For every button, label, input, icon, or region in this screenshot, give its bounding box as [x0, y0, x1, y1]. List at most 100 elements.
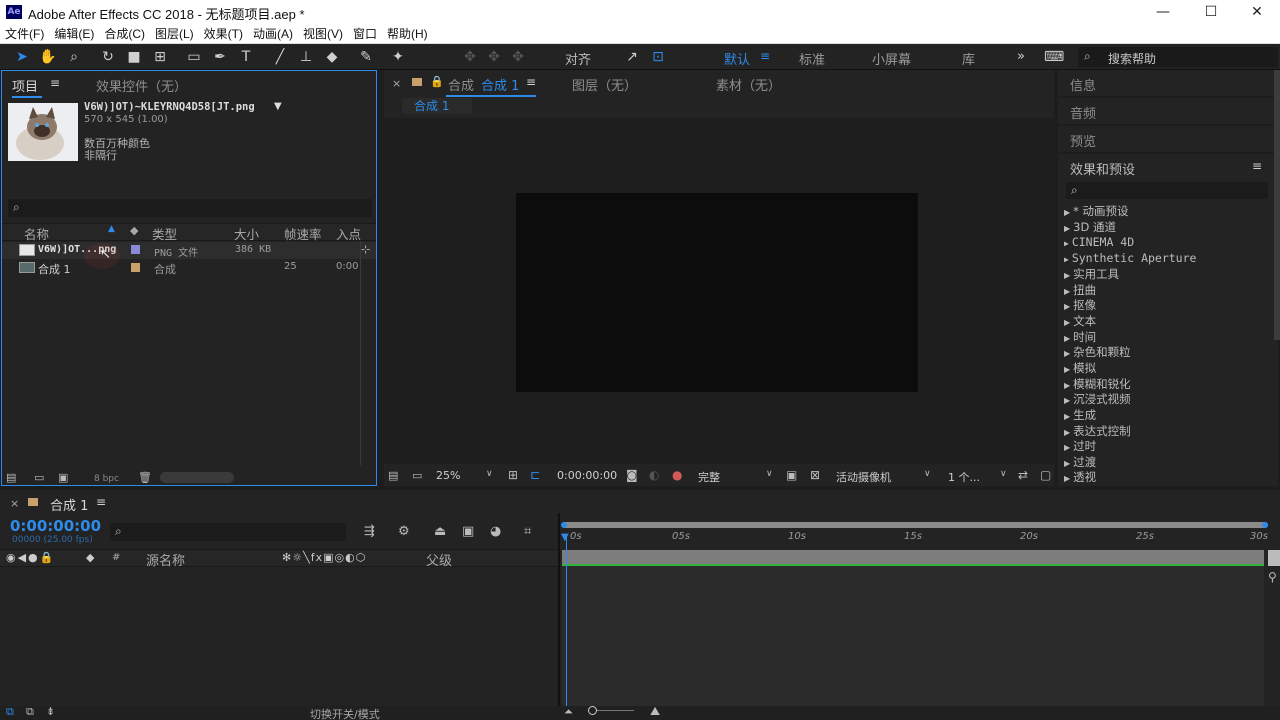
composition-menu-icon[interactable]: ≡: [526, 75, 536, 89]
effect-category[interactable]: ▶ 抠像: [1064, 297, 1096, 313]
timeline-zoom-slider[interactable]: [588, 706, 634, 716]
effects-menu-icon[interactable]: ≡: [1252, 159, 1262, 173]
close-tab-icon[interactable]: ×: [392, 77, 401, 90]
composition-canvas[interactable]: [516, 193, 918, 392]
effect-category[interactable]: ▶ 生成: [1064, 407, 1096, 423]
layer-number-column[interactable]: #: [112, 552, 120, 563]
timeline-search-input[interactable]: ⌕: [110, 523, 346, 541]
menu-edit[interactable]: 编辑(E): [49, 24, 99, 43]
pan-behind-tool-icon[interactable]: ⊞: [150, 47, 170, 67]
workspace-library[interactable]: 库: [962, 49, 975, 68]
tab-layer[interactable]: 图层（无）: [572, 75, 637, 94]
comp-mini-flowchart-icon[interactable]: ⇶: [364, 524, 375, 539]
eraser-tool-icon[interactable]: ◆: [322, 47, 342, 67]
roto-brush-tool-icon[interactable]: ✎: [356, 47, 376, 67]
draft-3d-icon[interactable]: ⚙: [398, 524, 410, 539]
zoom-out-icon[interactable]: ⏶: [564, 705, 573, 719]
trash-icon[interactable]: 🗑: [138, 471, 152, 484]
project-menu-icon[interactable]: ≡: [50, 76, 60, 90]
new-composition-icon[interactable]: ▣: [58, 471, 68, 484]
pen-tool-icon[interactable]: ✒: [210, 47, 230, 67]
close-tab-icon[interactable]: ×: [10, 497, 19, 510]
playhead-line[interactable]: [566, 534, 567, 708]
label-tag-icon[interactable]: ◆: [130, 224, 138, 237]
tab-timeline-composition[interactable]: 合成 1: [50, 495, 88, 514]
snap-target-icon[interactable]: ⊡: [648, 47, 668, 67]
effect-category[interactable]: ▶ 模糊和锐化: [1064, 376, 1131, 392]
resolution-select[interactable]: 完整: [698, 469, 720, 485]
chevron-down-icon[interactable]: ∨: [766, 469, 773, 479]
keyboard-icon[interactable]: ⌨: [1044, 47, 1064, 67]
effect-category[interactable]: ▶ 沉浸式视频: [1064, 391, 1131, 407]
interpret-footage-icon[interactable]: ▤: [6, 471, 16, 484]
table-row[interactable]: V6W)]OT...png PNG 文件 386 KB ⊹: [2, 242, 376, 259]
workspace-default[interactable]: 默认: [724, 49, 750, 68]
mask-visibility-icon[interactable]: ⊏: [530, 468, 540, 482]
puppet-tool-icon[interactable]: ✦: [388, 47, 408, 67]
horizontal-scrollbar[interactable]: [160, 472, 234, 483]
selection-tool-icon[interactable]: ➤: [12, 47, 32, 67]
parent-column[interactable]: 父级: [426, 550, 452, 569]
grid-icon[interactable]: ⊞: [508, 468, 518, 482]
reset-exposure-icon[interactable]: ⇄: [1018, 468, 1028, 482]
tab-composition-name[interactable]: 合成 1: [481, 75, 519, 94]
menu-composition[interactable]: 合成(C): [99, 24, 150, 43]
zoom-level[interactable]: 25%: [436, 469, 460, 482]
brush-tool-icon[interactable]: ╱: [270, 47, 290, 67]
zoom-slider-thumb[interactable]: [588, 706, 597, 715]
chevron-down-icon[interactable]: ∨: [1000, 469, 1007, 479]
effect-category[interactable]: ▶ Synthetic Aperture: [1064, 251, 1196, 267]
timeline-track-area[interactable]: [562, 566, 1264, 708]
row-label-color[interactable]: [131, 263, 140, 272]
timeline-splitter[interactable]: [558, 513, 560, 708]
transparency-grid-icon[interactable]: ⊠: [810, 468, 820, 482]
camera-select[interactable]: 活动摄像机: [836, 469, 891, 485]
type-tool-icon[interactable]: T: [236, 47, 256, 67]
maximize-button[interactable]: ☐: [1188, 0, 1234, 24]
menu-file[interactable]: 文件(F): [0, 24, 49, 43]
composition-breadcrumb[interactable]: 合成 1: [402, 98, 472, 114]
bit-depth-label[interactable]: 8 bpc: [94, 474, 119, 484]
new-folder-icon[interactable]: ▭: [34, 471, 44, 484]
right-panel-scrollbar[interactable]: [1274, 70, 1280, 340]
tab-composition-prefix[interactable]: 合成: [448, 75, 474, 94]
flowchart-icon[interactable]: ⊹: [361, 243, 370, 256]
snap-icon[interactable]: ↗: [622, 47, 642, 67]
world-axis-icon[interactable]: ✥: [484, 47, 504, 67]
timeline-end-marker[interactable]: [1268, 550, 1280, 566]
work-area-start-handle[interactable]: [561, 522, 567, 528]
local-axis-icon[interactable]: ✥: [460, 47, 480, 67]
menu-effect[interactable]: 效果(T): [199, 24, 248, 43]
column-in-point[interactable]: 入点: [336, 224, 361, 243]
view-axis-icon[interactable]: ✥: [508, 47, 528, 67]
preview-dropdown-icon[interactable]: ▼: [274, 101, 282, 112]
column-framerate[interactable]: 帧速率: [284, 224, 322, 243]
av-switches-icon[interactable]: ◉◀●🔒: [6, 551, 55, 564]
show-snapshot-icon[interactable]: ◐: [649, 468, 659, 482]
menu-help[interactable]: 帮助(H): [382, 24, 433, 43]
effect-category[interactable]: ▶ 3D 通道: [1064, 219, 1116, 235]
effect-category[interactable]: ▶ 模拟: [1064, 360, 1096, 376]
tab-project[interactable]: 项目: [12, 76, 38, 95]
clone-stamp-tool-icon[interactable]: ⊥: [296, 47, 316, 67]
snapshot-icon[interactable]: ◙: [626, 468, 638, 482]
region-of-interest-icon[interactable]: ▣: [786, 468, 797, 482]
effects-search-input[interactable]: ⌕: [1066, 182, 1268, 199]
workspace-small-screen[interactable]: 小屏幕: [872, 49, 911, 68]
project-search-input[interactable]: ⌕: [8, 199, 372, 217]
source-name-column[interactable]: 源名称: [146, 550, 185, 569]
row-label-color[interactable]: [131, 245, 140, 254]
effect-category[interactable]: ▶ 文本: [1064, 313, 1096, 329]
effect-category[interactable]: ▶ 透视: [1064, 469, 1096, 485]
chevron-down-icon[interactable]: ∨: [486, 469, 493, 479]
frame-blending-icon[interactable]: ▣: [462, 524, 474, 539]
workspace-more-icon[interactable]: »: [1017, 49, 1025, 64]
lock-icon[interactable]: 🔒: [430, 75, 444, 88]
menu-layer[interactable]: 图层(L): [150, 24, 199, 43]
menu-animation[interactable]: 动画(A): [248, 24, 298, 43]
rectangle-tool-icon[interactable]: ▭: [184, 47, 204, 67]
column-type[interactable]: 类型: [152, 224, 177, 243]
views-select[interactable]: 1 个...: [948, 469, 980, 485]
work-area-end-handle[interactable]: [1262, 522, 1268, 528]
tab-audio[interactable]: 音频: [1070, 103, 1096, 122]
